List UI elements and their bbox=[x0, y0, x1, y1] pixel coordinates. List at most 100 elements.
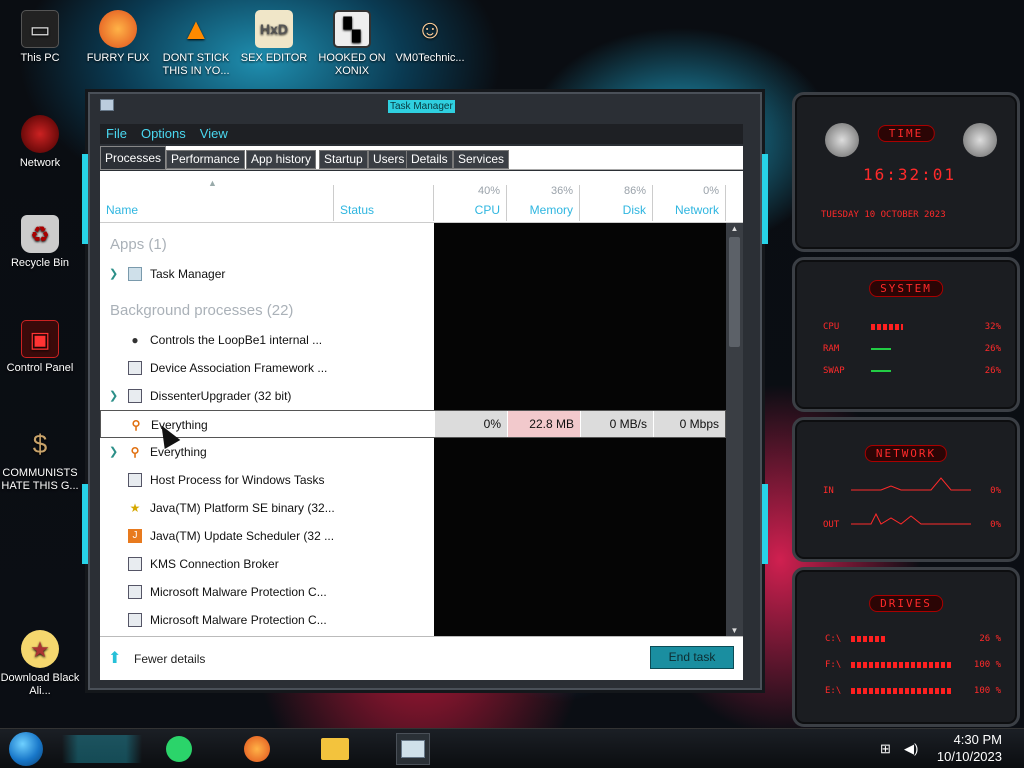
desktop-icon-sex-editor[interactable]: HxD SEX EDITOR bbox=[234, 10, 314, 65]
cell-memory: 22.8 MB bbox=[507, 411, 580, 437]
money-bag-icon: $ bbox=[32, 428, 48, 459]
desktop-icon-furry-fux[interactable]: FURRY FUX bbox=[78, 10, 158, 65]
ram-bar bbox=[871, 348, 891, 350]
download-icon: ★ bbox=[21, 630, 59, 668]
table-row[interactable]: J Java(TM) Update Scheduler (32 ... bbox=[100, 522, 726, 550]
cell-network: 0 Mbps bbox=[653, 411, 725, 437]
tab-services[interactable]: Services bbox=[453, 150, 510, 169]
window-edge-accent bbox=[82, 484, 88, 564]
end-task-button[interactable]: End task bbox=[650, 646, 734, 669]
table-row[interactable]: ● Controls the LoopBe1 internal ... bbox=[100, 326, 726, 354]
computer-icon: ▭ bbox=[21, 10, 59, 48]
title-bar[interactable]: Task Manager bbox=[90, 94, 760, 116]
window-app-icon bbox=[128, 585, 142, 599]
window-app-icon bbox=[128, 361, 142, 375]
task-manager-window[interactable]: Task Manager File Options View Processes P… bbox=[82, 92, 768, 690]
network-icon bbox=[21, 115, 59, 153]
arrow-up-icon[interactable]: ⬆ bbox=[108, 648, 121, 668]
column-cpu[interactable]: 40% CPU bbox=[434, 185, 507, 221]
drive-f-bar bbox=[851, 662, 951, 668]
start-button[interactable] bbox=[9, 732, 43, 766]
section-apps-header: Apps (1) bbox=[110, 236, 167, 253]
column-status[interactable]: Status bbox=[334, 185, 434, 221]
column-name[interactable]: Name bbox=[100, 185, 334, 221]
vlc-icon: ▲ bbox=[181, 12, 211, 46]
vertical-scrollbar[interactable]: ▲ ▼ bbox=[726, 223, 743, 637]
cell-cpu: 0% bbox=[434, 411, 507, 437]
system-gadget: SYSTEM CPU 32% RAM 26% SWAP 26% bbox=[792, 257, 1020, 412]
window-title: Task Manager bbox=[388, 100, 455, 113]
desktop-icon-network[interactable]: Network bbox=[0, 115, 80, 170]
firefox-icon bbox=[99, 10, 137, 48]
file-explorer-icon[interactable] bbox=[318, 733, 352, 765]
swap-bar bbox=[871, 370, 891, 372]
table-row[interactable]: Microsoft Malware Protection C... bbox=[100, 606, 726, 634]
tab-app-history[interactable]: App history bbox=[246, 150, 317, 169]
cell-disk: 0 MB/s bbox=[580, 411, 653, 437]
table-row[interactable]: ❯ DissenterUpgrader (32 bit) bbox=[100, 382, 726, 410]
control-panel-icon: ▣ bbox=[21, 320, 59, 358]
taskbar-clock[interactable]: 4:30 PM 10/10/2023 bbox=[937, 731, 1002, 765]
desktop-icon-control-panel[interactable]: ▣ Control Panel bbox=[0, 320, 80, 375]
network-out-graph bbox=[851, 512, 971, 525]
tab-details[interactable]: Details bbox=[406, 150, 453, 169]
gadget-date: TUESDAY 10 OCTOBER 2023 bbox=[821, 210, 946, 220]
window-edge-accent bbox=[762, 484, 768, 564]
alien-head-icon bbox=[825, 123, 859, 157]
process-list: Apps (1) ❯ Task Manager Background proce… bbox=[100, 222, 743, 637]
table-row[interactable]: Host Process for Windows Tasks bbox=[100, 466, 726, 494]
column-memory[interactable]: 36% Memory bbox=[507, 185, 580, 221]
drives-gadget: DRIVES C:\ 26 % F:\ 100 % E:\ 100 % bbox=[792, 567, 1020, 727]
tab-users[interactable]: Users bbox=[368, 150, 410, 169]
table-row[interactable]: Microsoft Malware Protection C... bbox=[100, 578, 726, 606]
alien-head-icon bbox=[963, 123, 997, 157]
tab-processes[interactable]: Processes bbox=[100, 146, 167, 170]
network-gadget: NETWORK IN 0% OUT 0% bbox=[792, 417, 1020, 562]
tab-performance[interactable]: Performance bbox=[166, 150, 245, 169]
menu-options[interactable]: Options bbox=[141, 124, 186, 144]
desktop-icon-communists[interactable]: $ COMMUNISTS HATE THIS G... bbox=[0, 425, 80, 493]
table-row-selected[interactable]: ⚲ Everything 0% 22.8 MB 0 MB/s 0 Mbps bbox=[100, 410, 726, 438]
window-app-icon bbox=[128, 473, 142, 487]
section-background-header: Background processes (22) bbox=[110, 302, 294, 319]
window-edge-accent bbox=[82, 154, 88, 244]
firefox-icon[interactable] bbox=[240, 733, 274, 765]
tab-strip: Processes Performance App history Startu… bbox=[100, 146, 743, 170]
scroll-up-icon[interactable]: ▲ bbox=[726, 223, 743, 235]
table-row[interactable]: ❯ ⚲ Everything bbox=[100, 438, 726, 466]
taskbar-accent bbox=[62, 735, 142, 763]
java-icon: ★ bbox=[129, 501, 141, 515]
fewer-details-link[interactable]: Fewer details bbox=[134, 652, 205, 666]
table-row[interactable]: Device Association Framework ... bbox=[100, 354, 726, 382]
desktop-icon-this-pc[interactable]: ▭ This PC bbox=[0, 10, 80, 65]
chevron-right-icon[interactable]: ❯ bbox=[109, 445, 119, 459]
menu-file[interactable]: File bbox=[106, 124, 127, 144]
chevron-right-icon[interactable]: ❯ bbox=[109, 389, 119, 403]
column-network[interactable]: 0% Network bbox=[653, 185, 726, 221]
desktop-icon-vm0technic[interactable]: ☺ VM0Technic... bbox=[390, 10, 470, 65]
drive-c-bar bbox=[851, 636, 885, 642]
chevron-right-icon[interactable]: ❯ bbox=[109, 267, 119, 281]
notes-icon[interactable] bbox=[162, 733, 196, 765]
doctor-icon: ☺ bbox=[416, 13, 444, 44]
column-disk[interactable]: 86% Disk bbox=[580, 185, 653, 221]
table-row[interactable]: ★ Java(TM) Platform SE binary (32... bbox=[100, 494, 726, 522]
magnifier-icon: ⚲ bbox=[131, 418, 141, 432]
network-in-graph bbox=[851, 477, 971, 491]
table-row[interactable]: ❯ Task Manager bbox=[100, 260, 726, 288]
scrollbar-thumb[interactable] bbox=[729, 237, 740, 347]
mouse-icon: ● bbox=[131, 333, 139, 347]
task-manager-icon bbox=[128, 267, 142, 281]
task-manager-icon[interactable] bbox=[396, 733, 430, 765]
window-edge-accent bbox=[762, 154, 768, 244]
magnifier-icon: ⚲ bbox=[130, 445, 140, 459]
desktop-icon-download[interactable]: ★ Download Black Ali... bbox=[0, 630, 80, 698]
network-tray-icon[interactable]: ⊞ bbox=[880, 741, 891, 757]
desktop-icon-dont-stick[interactable]: ▲ DONT STICK THIS IN YO... bbox=[156, 10, 236, 78]
menu-view[interactable]: View bbox=[200, 124, 228, 144]
desktop-icon-xonix[interactable]: ▚ HOOKED ON XONIX bbox=[312, 10, 392, 78]
volume-icon[interactable]: ◀) bbox=[904, 741, 918, 757]
tab-startup[interactable]: Startup bbox=[319, 150, 368, 169]
table-row[interactable]: KMS Connection Broker bbox=[100, 550, 726, 578]
desktop-icon-recycle-bin[interactable]: ♻ Recycle Bin bbox=[0, 215, 80, 270]
